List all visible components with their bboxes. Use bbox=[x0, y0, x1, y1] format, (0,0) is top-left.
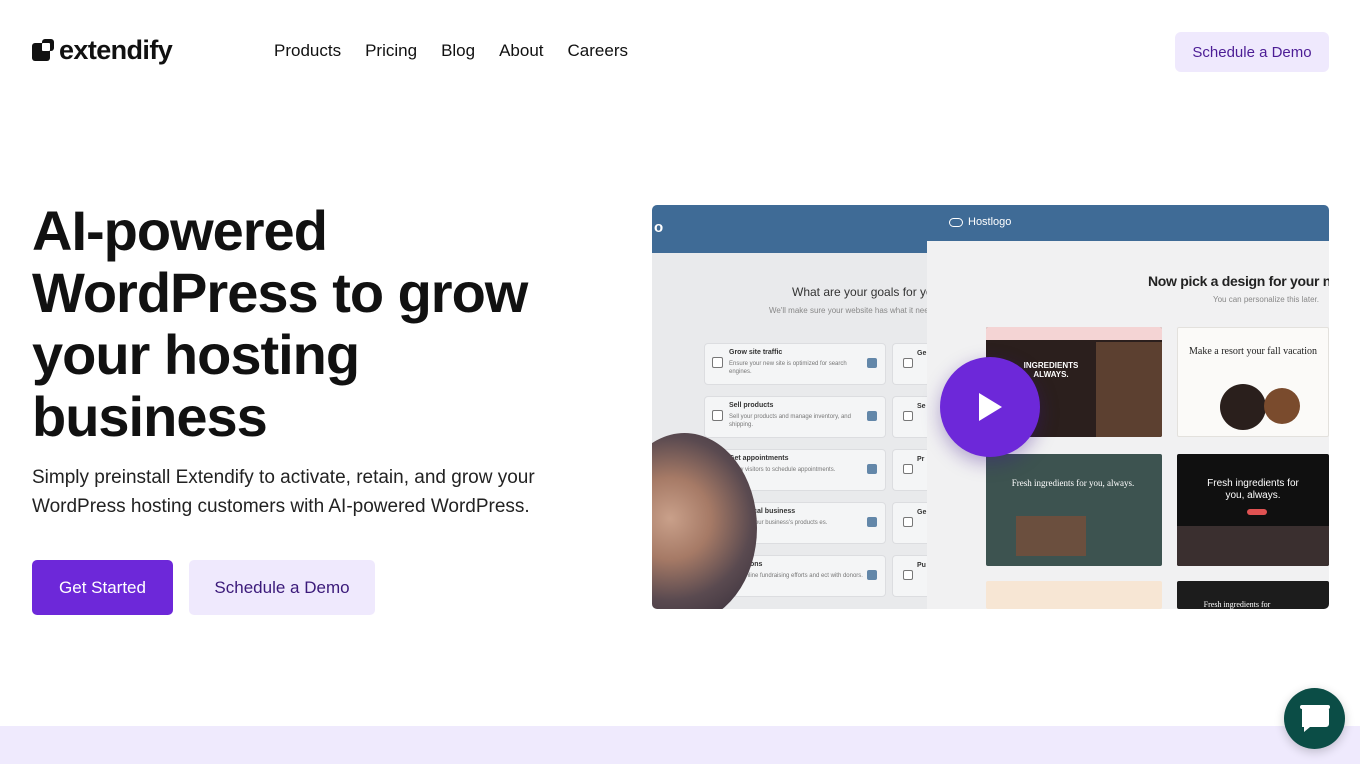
goal-card-partial: Pr bbox=[892, 449, 927, 491]
pick-design-subtitle: You can personalize this later. bbox=[1213, 295, 1319, 304]
next-section-band bbox=[0, 726, 1360, 764]
chat-icon bbox=[1299, 704, 1330, 732]
video-right-header: Hostlogo bbox=[927, 205, 1329, 241]
nav-careers[interactable]: Careers bbox=[568, 40, 628, 62]
chart-icon bbox=[867, 358, 877, 368]
play-icon bbox=[979, 393, 1002, 421]
checkbox-icon bbox=[903, 517, 913, 527]
hand-heart-icon bbox=[867, 570, 877, 580]
goal-desc: Allow visitors to schedule appointments. bbox=[729, 467, 836, 473]
get-started-button[interactable]: Get Started bbox=[32, 560, 173, 615]
calendar-icon bbox=[867, 464, 877, 474]
nav-blog[interactable]: Blog bbox=[441, 40, 475, 62]
nav-pricing[interactable]: Pricing bbox=[365, 40, 417, 62]
checkbox-icon bbox=[903, 358, 913, 368]
goal-title: Sell products bbox=[729, 402, 774, 409]
goal-title: Get appointments bbox=[729, 455, 789, 462]
product-video[interactable]: o What are your goals for yo We'll make … bbox=[652, 205, 1329, 609]
chat-widget-button[interactable] bbox=[1284, 688, 1345, 749]
design-template-card: Fresh ingredients for you, always. bbox=[1177, 454, 1329, 566]
site-header: extendify Products Pricing Blog About Ca… bbox=[0, 0, 1360, 104]
checkbox-icon bbox=[903, 464, 913, 474]
design-template-card: Make a resort your fall vacation bbox=[1177, 327, 1329, 437]
brand-logo[interactable]: extendify bbox=[32, 34, 173, 66]
goals-title: What are your goals for yo bbox=[792, 285, 933, 299]
goal-card-partial: Ge bbox=[892, 343, 927, 385]
hostlogo-brand: Hostlogo bbox=[949, 216, 1011, 228]
checkbox-icon bbox=[712, 357, 723, 368]
goal-desc: Sell your products and manage inventory,… bbox=[729, 414, 851, 428]
design-template-card bbox=[986, 581, 1162, 609]
checkbox-icon bbox=[903, 570, 913, 580]
goal-card-partial: Ge bbox=[892, 502, 927, 544]
goal-desc: your online fundraising efforts and ect … bbox=[729, 573, 863, 579]
goal-card: Sell products Sell your products and man… bbox=[704, 396, 886, 438]
header-schedule-demo-button[interactable]: Schedule a Demo bbox=[1175, 32, 1329, 72]
nav-about[interactable]: About bbox=[499, 40, 543, 62]
design-template-card: Fresh ingredients for bbox=[1177, 581, 1329, 609]
schedule-demo-button[interactable]: Schedule a Demo bbox=[189, 560, 375, 615]
hero-subtitle: Simply preinstall Extendify to activate,… bbox=[32, 467, 535, 517]
nav-products[interactable]: Products bbox=[274, 40, 341, 62]
goal-desc: Ensure your new site is optimized for se… bbox=[729, 361, 847, 375]
goal-card: Grow site traffic Ensure your new site i… bbox=[704, 343, 886, 385]
extendify-logo-icon bbox=[32, 39, 54, 61]
play-button[interactable] bbox=[940, 357, 1040, 457]
goal-card-partial: Pu bbox=[892, 555, 927, 597]
goal-card-partial: Se bbox=[892, 396, 927, 438]
checkbox-icon bbox=[712, 410, 723, 421]
hero-title: AI-powered WordPress to grow your hostin… bbox=[32, 199, 528, 448]
checkbox-icon bbox=[903, 411, 913, 421]
pick-design-title: Now pick a design for your n bbox=[1148, 273, 1329, 289]
brand-name: extendify bbox=[59, 35, 173, 65]
store-icon bbox=[867, 517, 877, 527]
video-left-header-text: o bbox=[654, 219, 664, 236]
main-nav: Products Pricing Blog About Careers bbox=[274, 40, 628, 62]
cloud-icon bbox=[949, 217, 963, 227]
hostlogo-label: Hostlogo bbox=[968, 216, 1012, 228]
tag-icon bbox=[867, 411, 877, 421]
video-left-header: o bbox=[652, 205, 927, 253]
video-goals-panel: o What are your goals for yo We'll make … bbox=[652, 205, 933, 609]
design-template-card: Fresh ingredients for you, always. bbox=[986, 454, 1162, 566]
goals-subtitle: We'll make sure your website has what it… bbox=[769, 306, 934, 315]
goal-title: Grow site traffic bbox=[729, 349, 783, 356]
